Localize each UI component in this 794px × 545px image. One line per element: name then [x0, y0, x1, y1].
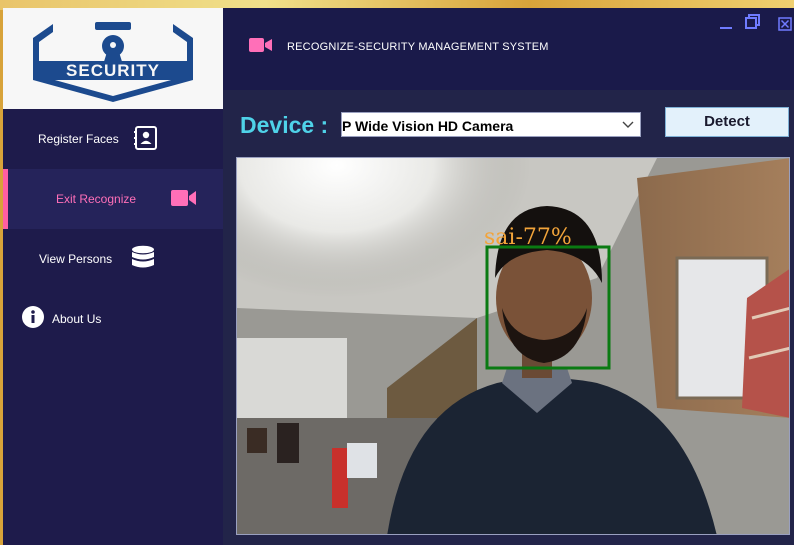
- detect-button[interactable]: Detect: [665, 107, 789, 137]
- close-button[interactable]: [776, 14, 794, 32]
- info-icon: [22, 306, 44, 328]
- sidebar-item-label: Exit Recognize: [56, 192, 137, 206]
- maximize-button[interactable]: [744, 14, 762, 32]
- sidebar: SECURITY Register Faces Exit Recognize V…: [3, 8, 223, 545]
- device-label: Device :: [240, 112, 329, 138]
- security-logo: SECURITY: [33, 22, 193, 102]
- sidebar-item-exit-recognize[interactable]: Exit Recognize: [3, 169, 223, 229]
- device-select-value: P Wide Vision HD Camera: [342, 118, 514, 134]
- sidebar-item-view-persons[interactable]: View Persons: [3, 229, 223, 289]
- main-content: Device : P Wide Vision HD Camera Detect: [223, 90, 794, 545]
- device-select[interactable]: P Wide Vision HD Camera: [341, 112, 641, 137]
- active-indicator: [3, 169, 8, 229]
- video-camera-icon: [171, 190, 196, 206]
- restore-icon: [745, 14, 760, 29]
- logo-text: SECURITY: [66, 61, 160, 80]
- app-title: RECOGNIZE-SECURITY MANAGEMENT SYSTEM: [287, 41, 549, 53]
- sidebar-item-register-faces[interactable]: Register Faces: [3, 109, 223, 169]
- database-icon: [132, 245, 154, 268]
- logo-area: SECURITY: [3, 8, 223, 109]
- camera-feed: sai-77%: [236, 157, 790, 535]
- contact-book-icon: [134, 126, 157, 150]
- sidebar-item-about-us[interactable]: About Us: [3, 289, 223, 349]
- header: RECOGNIZE-SECURITY MANAGEMENT SYSTEM: [223, 8, 794, 90]
- close-icon: [778, 17, 792, 31]
- chevron-down-icon: [622, 121, 634, 128]
- sidebar-item-label: Register Faces: [38, 132, 119, 146]
- sidebar-item-label: About Us: [52, 312, 102, 326]
- sidebar-item-label: View Persons: [39, 252, 113, 266]
- video-camera-icon: [249, 38, 272, 52]
- app-window: SECURITY Register Faces Exit Recognize V…: [3, 8, 794, 545]
- minimize-button[interactable]: [717, 14, 735, 32]
- camera-frame-image: sai-77%: [237, 158, 789, 534]
- minimize-icon: [720, 27, 732, 29]
- face-recognition-label: sai-77%: [484, 225, 572, 250]
